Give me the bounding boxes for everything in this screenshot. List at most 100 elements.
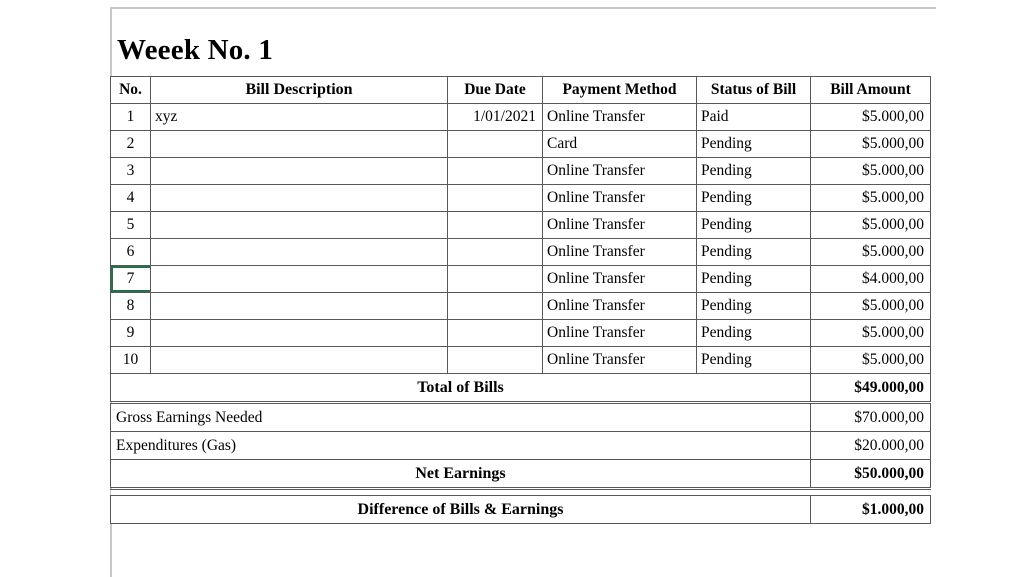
table-row: 6 Online Transfer Pending $5.000,00 <box>110 238 931 266</box>
summary-row-difference-of-bills-and-earnings-amount[interactable]: $1.000,00 <box>810 495 931 524</box>
cell-no[interactable]: 4 <box>110 184 151 212</box>
cell-status-of-bill[interactable]: Pending <box>696 211 811 239</box>
cell-bill-description[interactable] <box>150 157 448 185</box>
cell-status-of-bill[interactable]: Pending <box>696 292 811 320</box>
cell-status-of-bill[interactable]: Pending <box>696 238 811 266</box>
table-row: 9 Online Transfer Pending $5.000,00 <box>110 319 931 347</box>
cell-bill-amount[interactable]: $5.000,00 <box>810 319 931 347</box>
table-row: 10 Online Transfer Pending $5.000,00 <box>110 346 931 374</box>
cell-bill-amount[interactable]: $5.000,00 <box>810 103 931 131</box>
cell-due-date[interactable] <box>447 130 543 158</box>
cell-payment-method[interactable]: Online Transfer <box>542 103 697 131</box>
summary-row-total-of-bills: Total of Bills $49.000,00 <box>110 373 931 404</box>
cell-no[interactable]: 3 <box>110 157 151 185</box>
table-row: 8 Online Transfer Pending $5.000,00 <box>110 292 931 320</box>
cell-payment-method[interactable]: Online Transfer <box>542 211 697 239</box>
cell-bill-description[interactable] <box>150 292 448 320</box>
cell-bill-amount[interactable]: $5.000,00 <box>810 346 931 374</box>
cell-due-date[interactable] <box>447 319 543 347</box>
cell-bill-description[interactable] <box>150 184 448 212</box>
cell-bill-amount[interactable]: $4.000,00 <box>810 265 931 293</box>
cell-due-date[interactable] <box>447 184 543 212</box>
cell-no[interactable]: 1 <box>110 103 151 131</box>
cell-no[interactable]: 6 <box>110 238 151 266</box>
cell-payment-method[interactable]: Online Transfer <box>542 184 697 212</box>
cell-payment-method[interactable]: Card <box>542 130 697 158</box>
table-row: 5 Online Transfer Pending $5.000,00 <box>110 211 931 239</box>
cell-due-date[interactable] <box>447 292 543 320</box>
cell-status-of-bill[interactable]: Pending <box>696 346 811 374</box>
table-header: No. Bill Description Due Date Payment Me… <box>110 76 931 104</box>
summary-row-net-earnings-amount[interactable]: $50.000,00 <box>810 459 931 490</box>
cell-bill-amount[interactable]: $5.000,00 <box>810 157 931 185</box>
summary-row-expenditures-gas-label[interactable]: Expenditures (Gas) <box>110 431 811 460</box>
cell-payment-method[interactable]: Online Transfer <box>542 157 697 185</box>
cell-payment-method[interactable]: Online Transfer <box>542 265 697 293</box>
table-row: 2 Card Pending $5.000,00 <box>110 130 931 158</box>
cell-no[interactable]: 7 <box>110 265 151 293</box>
cell-due-date[interactable] <box>447 211 543 239</box>
cell-no[interactable]: 8 <box>110 292 151 320</box>
table-body: 1 xyz 1/01/2021 Online Transfer Paid $5.000,0… <box>110 103 931 374</box>
summary-row-difference-of-bills-and-earnings-label[interactable]: Difference of Bills & Earnings <box>110 495 811 524</box>
table-row: 1 xyz 1/01/2021 Online Transfer Paid $5.000,0… <box>110 103 931 131</box>
cell-bill-description[interactable] <box>150 265 448 293</box>
cell-due-date[interactable]: 1/01/2021 <box>447 103 543 131</box>
table-header-row: No. Bill Description Due Date Payment Me… <box>110 76 931 104</box>
column-header-due-date[interactable]: Due Date <box>447 76 543 104</box>
summary-row-gross-earnings-needed-amount[interactable]: $70.000,00 <box>810 402 931 432</box>
summary-row-gross-earnings-needed: Gross Earnings Needed $70.000,00 <box>110 402 931 432</box>
cell-bill-description[interactable] <box>150 346 448 374</box>
cell-bill-amount[interactable]: $5.000,00 <box>810 238 931 266</box>
summary-row-gross-earnings-needed-label[interactable]: Gross Earnings Needed <box>110 402 811 432</box>
cell-status-of-bill[interactable]: Pending <box>696 319 811 347</box>
cell-due-date[interactable] <box>447 157 543 185</box>
cell-no[interactable]: 10 <box>110 346 151 374</box>
cell-bill-description[interactable]: xyz <box>150 103 448 131</box>
document-page: Weeek No. 1 No. Bill Description Due Dat… <box>0 0 1024 577</box>
cell-no[interactable]: 5 <box>110 211 151 239</box>
table-row: 3 Online Transfer Pending $5.000,00 <box>110 157 931 185</box>
summary-row-total-of-bills-amount[interactable]: $49.000,00 <box>810 373 931 404</box>
cell-status-of-bill[interactable]: Pending <box>696 265 811 293</box>
table-row: 4 Online Transfer Pending $5.000,00 <box>110 184 931 212</box>
cell-payment-method[interactable]: Online Transfer <box>542 346 697 374</box>
document-top-rule <box>110 7 936 9</box>
cell-due-date[interactable] <box>447 265 543 293</box>
summary-row-net-earnings: Net Earnings $50.000,00 <box>110 459 931 490</box>
cell-status-of-bill[interactable]: Pending <box>696 130 811 158</box>
cell-no[interactable]: 9 <box>110 319 151 347</box>
cell-due-date[interactable] <box>447 346 543 374</box>
cell-bill-amount[interactable]: $5.000,00 <box>810 211 931 239</box>
cell-status-of-bill[interactable]: Pending <box>696 157 811 185</box>
summary-gap-rule <box>110 488 931 496</box>
cell-no[interactable]: 2 <box>110 130 151 158</box>
column-header-no[interactable]: No. <box>110 76 151 104</box>
cell-bill-description[interactable] <box>150 319 448 347</box>
column-header-status-of-bill[interactable]: Status of Bill <box>696 76 811 104</box>
cell-payment-method[interactable]: Online Transfer <box>542 292 697 320</box>
summary-row-expenditures-gas: Expenditures (Gas) $20.000,00 <box>110 431 931 460</box>
table-summary: Total of Bills $49.000,00 Gross Earnings N… <box>110 373 931 524</box>
summary-row-difference-of-bills-and-earnings: Difference of Bills & Earnings $1.000,00 <box>110 495 931 524</box>
summary-row-net-earnings-label[interactable]: Net Earnings <box>110 459 811 490</box>
column-header-bill-amount[interactable]: Bill Amount <box>810 76 931 104</box>
cell-bill-amount[interactable]: $5.000,00 <box>810 130 931 158</box>
cell-bill-description[interactable] <box>150 130 448 158</box>
cell-payment-method[interactable]: Online Transfer <box>542 319 697 347</box>
column-header-bill-description[interactable]: Bill Description <box>150 76 448 104</box>
bills-table: No. Bill Description Due Date Payment Me… <box>110 76 931 524</box>
cell-payment-method[interactable]: Online Transfer <box>542 238 697 266</box>
cell-bill-description[interactable] <box>150 238 448 266</box>
cell-status-of-bill[interactable]: Pending <box>696 184 811 212</box>
cell-bill-description[interactable] <box>150 211 448 239</box>
cell-status-of-bill[interactable]: Paid <box>696 103 811 131</box>
summary-row-total-of-bills-label[interactable]: Total of Bills <box>110 373 811 404</box>
cell-bill-amount[interactable]: $5.000,00 <box>810 184 931 212</box>
column-header-payment-method[interactable]: Payment Method <box>542 76 697 104</box>
cell-due-date[interactable] <box>447 238 543 266</box>
cell-bill-amount[interactable]: $5.000,00 <box>810 292 931 320</box>
page-title: Weeek No. 1 <box>117 34 274 66</box>
summary-row-expenditures-gas-amount[interactable]: $20.000,00 <box>810 431 931 460</box>
table-row: 7 Online Transfer Pending $4.000,00 <box>110 265 931 293</box>
